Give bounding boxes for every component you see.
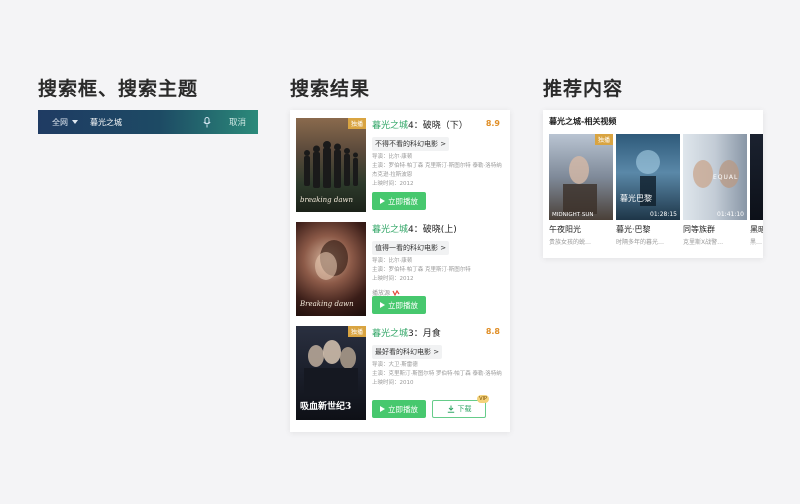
result-info: 暮光之城 3：月食 最好看的科幻电影 > 导演：大卫·斯雷德 主演：克里斯汀·斯图… [372,326,504,388]
play-label: 立即播放 [388,404,418,414]
recommend-subtitle: 贵族女孩的蜕… [549,239,592,246]
video-thumbnail[interactable]: 暮光巴黎 01:28:15 [616,134,680,220]
result-tag[interactable]: 不得不看的科幻电影 > [372,137,450,151]
video-thumbnail[interactable] [750,134,763,220]
video-thumbnail[interactable]: 独播 MIDNIGHT SUN [549,134,613,220]
download-icon [447,405,454,413]
title-highlight: 暮光之城 [372,225,409,235]
search-scope-label: 全网 [52,117,68,127]
vip-badge: VIP [477,395,489,403]
result-item[interactable]: 独播 breaking dawn 暮光之城 4：破晓（下） 不得不看的科幻电影 >… [296,118,504,214]
poster-caption: 吸血新世纪3 [300,402,352,412]
movie-poster[interactable]: 独播 吸血新世纪3 [296,326,366,420]
recommend-item[interactable]: 暮光巴黎 01:28:15 暮光·巴黎 时隔多年的暮光… [616,134,680,246]
thumbnail-caption: MIDNIGHT SUN [552,212,594,218]
recommend-card: 暮光之城-相关视频 独播 MIDNIGHT SUN 午夜阳光 贵族女孩的蜕… 暮… [543,110,763,258]
thumbnail-caption: EQUAL [713,174,739,181]
result-cast: 主演：罗伯特·帕丁森 克里斯汀·斯图尔特 [372,267,471,273]
result-title[interactable]: 暮光之城 4：破晓(上) [372,222,504,235]
play-label: 立即播放 [388,300,418,310]
result-year: 上映时间：2012 [372,276,414,282]
exclusive-badge: 独播 [347,118,366,129]
recommend-subtitle: 克里斯X战警… [683,239,724,246]
search-input[interactable]: 暮光之城 [90,117,199,128]
download-button[interactable]: 下载 VIP [432,395,489,418]
play-button[interactable]: 立即播放 [372,192,426,210]
result-cast: 主演：克里斯汀·斯图尔特 罗伯特·帕丁森 泰勒·洛特纳 [372,371,502,377]
chevron-down-icon [72,120,78,124]
section-title-recommend: 推荐内容 [543,78,624,100]
recommend-subtitle: 时隔多年的暮光… [616,239,665,246]
result-info: 暮光之城 4：破晓（下） 不得不看的科幻电影 > 导演：比尔·康顿 主演：罗伯特·… [372,118,504,189]
play-label: 立即播放 [388,196,418,206]
play-icon [380,198,385,204]
thumbnail-caption: 暮光巴黎 [620,194,652,203]
recommend-title: 午夜阳光 [549,225,581,234]
section-title-results: 搜索结果 [290,78,371,100]
download-label: 下载 [457,405,472,413]
recommend-title: 同等族群 [683,225,715,234]
search-results-card: 独播 breaking dawn 暮光之城 4：破晓（下） 不得不看的科幻电影 >… [290,110,510,432]
section-title-search: 搜索框、搜索主题 [38,78,199,100]
result-tag[interactable]: 最好看的科幻电影 > [372,345,443,359]
play-button[interactable]: 立即播放 [372,296,426,314]
microphone-icon[interactable] [199,114,215,130]
exclusive-badge: 独播 [347,326,366,337]
title-rest: 4：破晓（下） [408,121,468,131]
movie-poster[interactable]: 独播 breaking dawn [296,118,366,212]
result-item[interactable]: Breaking dawn 暮光之城 4：破晓(上) 值得一看的科幻电影 > 导演… [296,222,504,318]
play-button[interactable]: 立即播放 [372,400,426,418]
play-icon [380,302,385,308]
play-icon [380,406,385,412]
title-rest: 3：月食 [408,329,441,339]
poster-caption: Breaking dawn [300,300,354,308]
result-cast: 主演：罗伯特·帕丁森 克里斯汀·斯图尔特 泰勒·洛特纳 杰克逊·拉斯波恩 [372,163,502,178]
result-director: 导演：比尔·康顿 [372,154,413,160]
result-director: 导演：比尔·康顿 [372,258,413,264]
result-tag[interactable]: 值得一看的科幻电影 > [372,241,450,255]
title-highlight: 暮光之城 [372,121,409,131]
poster-caption: breaking dawn [300,196,353,204]
source-logo-icon [392,289,400,296]
result-item[interactable]: 独播 吸血新世纪3 暮光之城 3：月食 最好看的科幻电影 > 导演：大卫·斯雷德 … [296,326,504,422]
result-director: 导演：大卫·斯雷德 [372,362,418,368]
video-duration: 01:41:10 [717,211,744,218]
recommend-item[interactable]: EQUAL 01:41:10 同等族群 克里斯X战警… [683,134,747,246]
cancel-button[interactable]: 取消 [229,116,246,128]
search-scope-dropdown[interactable]: 全网 [52,117,78,128]
recommend-item[interactable]: 黑暗 黑… [750,134,763,246]
recommend-heading: 暮光之城-相关视频 [549,117,617,126]
video-duration: 01:28:15 [650,211,677,218]
title-highlight: 暮光之城 [372,329,409,339]
result-title[interactable]: 暮光之城 4：破晓（下） [372,118,504,131]
result-year: 上映时间：2010 [372,380,414,386]
result-info: 暮光之城 4：破晓(上) 值得一看的科幻电影 > 导演：比尔·康顿 主演：罗伯特·… [372,222,504,297]
movie-poster[interactable]: Breaking dawn [296,222,366,316]
rating-score: 8.8 [485,327,500,336]
recommend-subtitle: 黑… [750,239,763,246]
rating-score: 8.9 [485,119,500,128]
result-year: 上映时间：2012 [372,181,414,187]
recommend-item[interactable]: 独播 MIDNIGHT SUN 午夜阳光 贵族女孩的蜕… [549,134,613,246]
video-thumbnail[interactable]: EQUAL 01:41:10 [683,134,747,220]
title-rest: 4：破晓(上) [408,225,457,235]
recommend-title: 黑暗 [750,225,763,234]
result-title[interactable]: 暮光之城 3：月食 [372,326,504,339]
recommend-title: 暮光·巴黎 [616,225,651,234]
exclusive-badge: 独播 [594,134,613,145]
search-bar: 全网 暮光之城 取消 [38,110,258,134]
